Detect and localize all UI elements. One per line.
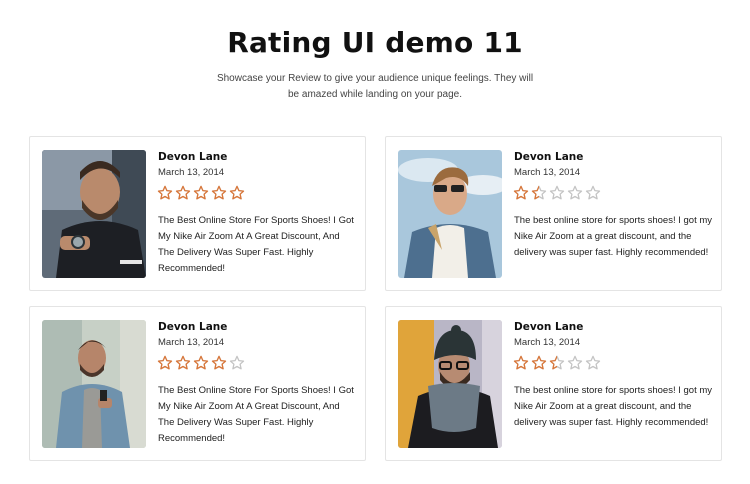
star-empty-icon[interactable] [549,185,567,201]
review-date: March 13, 2014 [158,167,225,178]
star-empty-icon[interactable] [567,355,585,371]
star-empty-icon[interactable] [585,185,603,201]
star-filled-icon[interactable] [157,355,175,371]
review-date: March 13, 2014 [514,167,581,178]
review-text: The Best Online Store For Sports Shoes! … [158,385,354,444]
star-filled-icon[interactable] [193,355,211,371]
star-filled-icon[interactable] [193,185,211,201]
star-empty-icon[interactable] [229,355,247,371]
star-filled-icon[interactable] [175,185,193,201]
star-filled-icon[interactable] [513,185,531,201]
reviewer-photo [398,150,502,278]
star-filled-icon[interactable] [229,185,247,201]
star-filled-icon[interactable] [531,355,549,371]
review-text: The Best Online Store For Sports Shoes! … [158,215,354,274]
reviewer-photo [42,320,146,448]
review-date: March 13, 2014 [514,337,581,348]
star-filled-icon[interactable] [211,185,229,201]
page-title: Rating UI demo 11 [227,26,523,59]
reviewer-name: Devon Lane [158,151,228,163]
review-card: Devon Lane March 13, 2014 The Best Onlin… [29,136,366,291]
review-date: March 13, 2014 [158,337,225,348]
review-text: The best online store for sports shoes! … [514,215,713,258]
reviewer-name: Devon Lane [514,151,584,163]
star-half-icon[interactable] [531,185,549,201]
star-rating[interactable] [513,185,603,201]
star-filled-icon[interactable] [157,185,175,201]
star-filled-icon[interactable] [513,355,531,371]
star-rating[interactable] [157,355,247,371]
reviewer-name: Devon Lane [158,321,228,333]
star-empty-icon[interactable] [567,185,585,201]
reviewer-photo [42,150,146,278]
review-text: The best online store for sports shoes! … [514,385,713,428]
star-filled-icon[interactable] [175,355,193,371]
star-rating[interactable] [513,355,603,371]
reviewer-photo [398,320,502,448]
page-subtitle: Showcase your Review to give your audien… [216,73,534,100]
star-half-icon[interactable] [549,355,567,371]
review-card: Devon Lane March 13, 2014 The Best Onlin… [29,306,366,461]
star-empty-icon[interactable] [585,355,603,371]
reviewer-name: Devon Lane [514,321,584,333]
star-rating[interactable] [157,185,247,201]
review-card: Devon Lane March 13, 2014 The best onlin… [385,136,722,291]
star-filled-icon[interactable] [211,355,229,371]
review-card: Devon Lane March 13, 2014 The best onlin… [385,306,722,461]
